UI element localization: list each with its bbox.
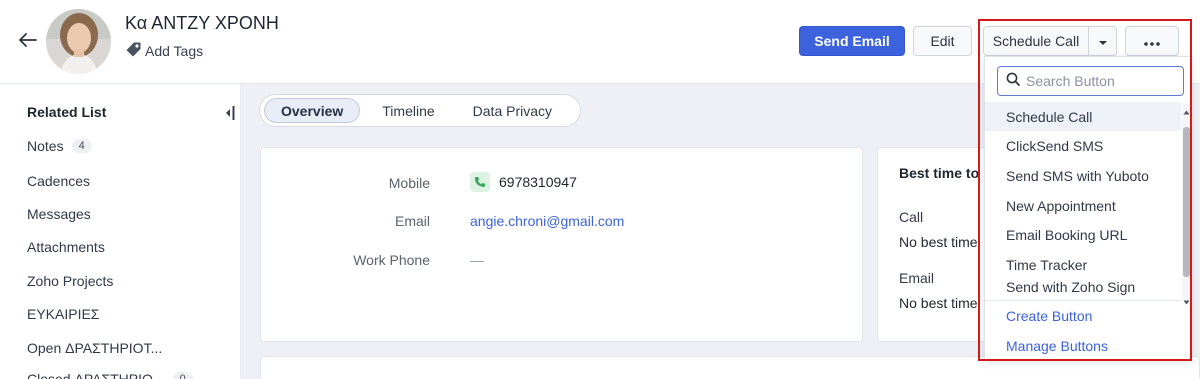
back-arrow-icon[interactable]: [16, 28, 40, 52]
work-phone-label: Work Phone: [353, 252, 430, 268]
sidebar-item-open-activities[interactable]: Open ΔΡΑΣΤΗΡΙΟΤ...: [27, 340, 162, 356]
best-time-card: Best time to Call No best time Email No …: [877, 147, 987, 342]
phone-icon[interactable]: [470, 172, 490, 192]
best-time-call-value: No best time: [899, 234, 978, 250]
sidebar-item-notes[interactable]: Notes 4: [27, 138, 92, 154]
mobile-value: 6978310947: [470, 172, 577, 192]
sidebar-item-cadences[interactable]: Cadences: [27, 173, 90, 189]
sidebar-item-label: Closed ΔΡΑΣΤΗΡΙΟ...: [27, 371, 165, 379]
tab-overview[interactable]: Overview: [264, 98, 361, 123]
sidebar-item-label: Attachments: [27, 239, 105, 255]
edit-button[interactable]: Edit: [913, 26, 972, 56]
add-tags-label: Add Tags: [145, 43, 204, 59]
contact-info-card: Mobile 6978310947 Email angie.chroni@gma…: [260, 147, 863, 342]
related-list-title: Related List: [27, 104, 107, 120]
sidebar-item-label: ΕΥΚΑΙΡΙΕΣ: [27, 306, 100, 322]
best-time-call-label: Call: [899, 209, 924, 225]
work-phone-value: —: [470, 252, 484, 268]
tab-data-privacy[interactable]: Data Privacy: [457, 98, 568, 123]
sidebar-item-messages[interactable]: Messages: [27, 206, 91, 222]
sidebar-item-label: Notes: [27, 138, 64, 154]
sidebar-item-label: Zoho Projects: [27, 273, 114, 289]
notes-count-badge: 4: [71, 139, 92, 153]
tag-icon: [125, 41, 145, 61]
best-time-email-label: Email: [899, 270, 935, 286]
sidebar-item-attachments[interactable]: Attachments: [27, 239, 105, 255]
closed-activities-count-badge: 0: [172, 372, 193, 379]
avatar: [46, 9, 111, 74]
best-time-email-value: No best time: [899, 295, 978, 311]
sidebar-item-opportunities[interactable]: ΕΥΚΑΙΡΙΕΣ: [27, 306, 99, 322]
related-list-sidebar: Related List Notes 4 Cadences Messages A…: [0, 84, 241, 379]
contact-name: Κα ΑΝΤΖΥ ΧΡΟΝΗ: [125, 13, 279, 33]
mobile-label: Mobile: [388, 175, 430, 191]
tab-timeline[interactable]: Timeline: [366, 98, 450, 123]
view-tabs: Overview Timeline Data Privacy: [259, 94, 581, 127]
email-label: Email: [394, 213, 430, 229]
sidebar-item-label: Open ΔΡΑΣΤΗΡΙΟΤ...: [27, 340, 163, 356]
sidebar-item-label: Cadences: [27, 173, 91, 189]
mobile-number: 6978310947: [499, 174, 577, 190]
highlight-annotation-box: [978, 19, 1192, 361]
collapse-sidebar-icon[interactable]: [224, 104, 236, 122]
sidebar-item-label: Messages: [27, 206, 91, 222]
sidebar-item-closed-activities[interactable]: Closed ΔΡΑΣΤΗΡΙΟ... 0: [27, 371, 193, 379]
best-time-title: Best time to: [899, 165, 980, 181]
send-email-button[interactable]: Send Email: [799, 26, 905, 56]
email-link[interactable]: angie.chroni@gmail.com: [470, 213, 624, 229]
sidebar-item-zoho-projects[interactable]: Zoho Projects: [27, 273, 113, 289]
add-tags-link[interactable]: Add Tags: [125, 41, 203, 61]
